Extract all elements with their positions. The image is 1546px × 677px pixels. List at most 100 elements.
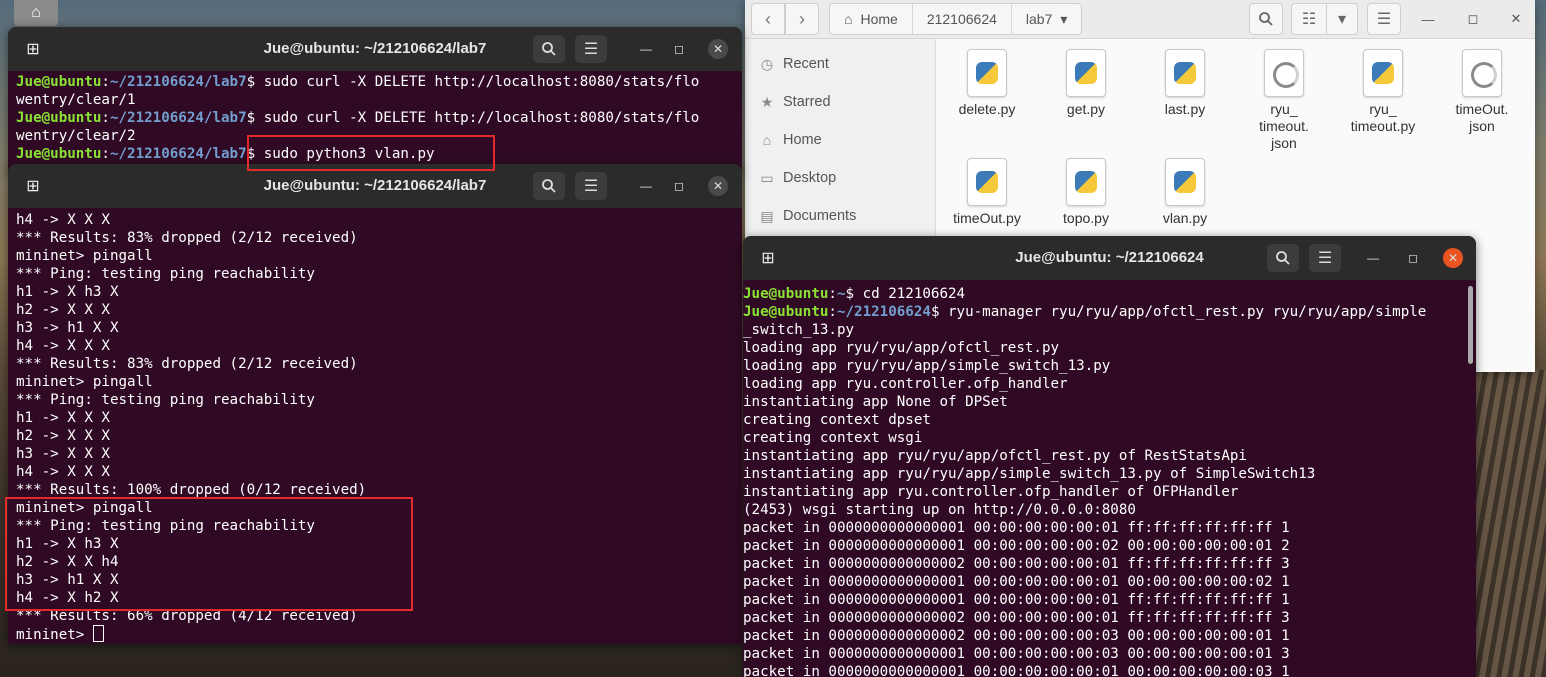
file-item[interactable]: timeOut. json [1432, 49, 1532, 135]
minimize-button[interactable]: — [1418, 9, 1438, 29]
chevron-right-icon: › [799, 8, 805, 29]
terminal-text: $ sudo python3 vlan.py [246, 146, 435, 162]
terminal-line: h3 -> h1 X X [16, 320, 119, 336]
file-item[interactable]: get.py [1036, 49, 1136, 118]
terminal-line: instantiating app None of DPSet [743, 393, 1468, 411]
terminal-line: packet in 0000000000000001 00:00:00:00:0… [743, 663, 1468, 677]
terminal-text: : [828, 286, 837, 302]
file-name: timeOut. json [1455, 101, 1509, 134]
terminal-line: h4 -> X X X [16, 338, 110, 354]
terminal-text: (2453) wsgi starting up on http://0.0.0.… [743, 502, 1136, 518]
view-list-button[interactable]: ☷ [1291, 3, 1327, 35]
terminal-output[interactable]: Jue@ubuntu:~$ cd 212106624 Jue@ubuntu:~/2… [743, 280, 1476, 677]
file-name: ryu_ timeout.py [1350, 101, 1416, 134]
sidebar-item-home[interactable]: ⌂ Home [745, 121, 935, 159]
desktop-icon: ▭ [760, 169, 774, 186]
minimize-button[interactable]: — [636, 39, 656, 59]
home-icon[interactable]: ⌂ [14, 0, 58, 26]
terminal-text: packet in 0000000000000002 00:00:00:00:0… [743, 610, 1290, 626]
back-button[interactable]: ‹ [751, 3, 785, 35]
terminal-text: packet in 0000000000000001 00:00:00:00:0… [743, 520, 1290, 536]
terminal-text: $ sudo curl -X DELETE http://localhost:8… [246, 110, 700, 126]
terminal-text: : [101, 74, 110, 90]
terminal-text: ~/212106624/lab7 [109, 146, 247, 162]
terminal-line: packet in 0000000000000002 00:00:00:00:0… [743, 609, 1468, 627]
search-button[interactable] [1249, 3, 1283, 35]
forward-button[interactable]: › [785, 3, 819, 35]
search-icon [1276, 251, 1290, 265]
sidebar-item-label: Recent [783, 56, 829, 72]
file-item[interactable]: delete.py [937, 49, 1037, 118]
chevron-down-icon: ▾ [1337, 11, 1347, 28]
search-button[interactable] [1267, 244, 1299, 272]
json-file-icon [1462, 49, 1502, 97]
breadcrumb-home[interactable]: ⌂ Home [830, 4, 913, 34]
sidebar-item-starred[interactable]: ★ Starred [745, 83, 935, 121]
terminal-text: loading app ryu/ryu/app/simple_switch_13… [743, 358, 1111, 374]
sidebar-item-documents[interactable]: ▤ Documents [745, 197, 935, 235]
file-name: timeOut.py [953, 210, 1021, 226]
text-cursor [92, 625, 104, 642]
scrollbar[interactable] [1468, 286, 1473, 364]
terminal-text: ~/212106624/lab7 [109, 110, 247, 126]
breadcrumb-lab7[interactable]: lab7 ▾ [1012, 4, 1082, 34]
terminal-line: wentry/clear/1 [16, 91, 734, 109]
sidebar-item-label: Documents [783, 208, 857, 224]
file-item[interactable]: ryu_ timeout. json [1234, 49, 1334, 152]
terminal-line: *** Results: 66% dropped (4/12 received) [16, 608, 358, 624]
terminal-output[interactable]: h4 -> X X X *** Results: 83% dropped (2/1… [8, 208, 742, 643]
terminal-text: : [101, 146, 110, 162]
menu-button[interactable]: ☰ [575, 172, 607, 200]
python-file-icon [967, 49, 1007, 97]
menu-button[interactable]: ☰ [1309, 244, 1341, 272]
minimize-icon: — [640, 179, 652, 193]
breadcrumb-label: 212106624 [926, 11, 997, 27]
terminal-line: packet in 0000000000000001 00:00:00:00:0… [743, 591, 1468, 609]
file-item[interactable]: topo.py [1036, 158, 1136, 227]
terminal-line: packet in 0000000000000001 00:00:00:00:0… [743, 537, 1468, 555]
file-item[interactable]: vlan.py [1135, 158, 1235, 227]
maximize-button[interactable]: ◻ [1403, 248, 1423, 268]
hamburger-icon: ☰ [1317, 250, 1333, 267]
terminal-text: instantiating app None of DPSet [743, 394, 1008, 410]
minimize-button[interactable]: — [636, 176, 656, 196]
terminal-line: loading app ryu/ryu/app/ofctl_rest.py [743, 339, 1468, 357]
search-button[interactable] [533, 172, 565, 200]
search-button[interactable] [533, 35, 565, 63]
file-item[interactable]: ryu_ timeout.py [1333, 49, 1433, 135]
maximize-button[interactable]: ◻ [1463, 9, 1483, 29]
close-button[interactable]: ✕ [1443, 248, 1463, 268]
breadcrumb-212106624[interactable]: 212106624 [913, 4, 1012, 34]
view-options-button[interactable]: ▾ [1326, 3, 1358, 35]
close-button[interactable]: ✕ [708, 39, 728, 59]
terminal-line: loading app ryu.controller.ofp_handler [743, 375, 1468, 393]
terminal-line: wentry/clear/2 [16, 127, 734, 145]
close-button[interactable]: ✕ [708, 176, 728, 196]
terminal-line: packet in 0000000000000002 00:00:00:00:0… [743, 555, 1468, 573]
menu-button[interactable]: ☰ [1367, 3, 1401, 35]
close-button[interactable]: ✕ [1506, 9, 1526, 29]
terminal-line: *** Results: 100% dropped (0/12 received… [16, 482, 367, 498]
maximize-button[interactable]: ◻ [669, 39, 689, 59]
sidebar-item-recent[interactable]: ◷ Recent [745, 45, 935, 83]
menu-button[interactable]: ☰ [575, 35, 607, 63]
minimize-button[interactable]: — [1363, 248, 1383, 268]
terminal-prompt-line[interactable]: mininet> [16, 625, 734, 643]
terminal-text: packet in 0000000000000002 00:00:00:00:0… [743, 556, 1290, 572]
terminal-output[interactable]: Jue@ubuntu:~/212106624/lab7$ sudo curl -… [8, 71, 742, 163]
terminal-line: h2 -> X X X [16, 428, 110, 444]
terminal-line: *** Results: 83% dropped (2/12 received) [16, 230, 358, 246]
terminal-line: h3 -> X X X [16, 446, 110, 462]
terminal-line: h2 -> X X X [16, 302, 110, 318]
maximize-icon: ◻ [1467, 11, 1479, 26]
file-item[interactable]: timeOut.py [937, 158, 1037, 227]
terminal-line: mininet> pingall [16, 374, 153, 390]
terminal-text: Jue@ubuntu [16, 146, 102, 162]
star-icon: ★ [760, 93, 774, 110]
file-name: ryu_ timeout. json [1259, 101, 1309, 151]
sidebar-item-desktop[interactable]: ▭ Desktop [745, 159, 935, 197]
terminal-text: : [828, 304, 837, 320]
maximize-button[interactable]: ◻ [669, 176, 689, 196]
terminal-text: $ ryu-manager ryu/ryu/app/ofctl_rest.py … [930, 304, 1427, 320]
file-item[interactable]: last.py [1135, 49, 1235, 118]
